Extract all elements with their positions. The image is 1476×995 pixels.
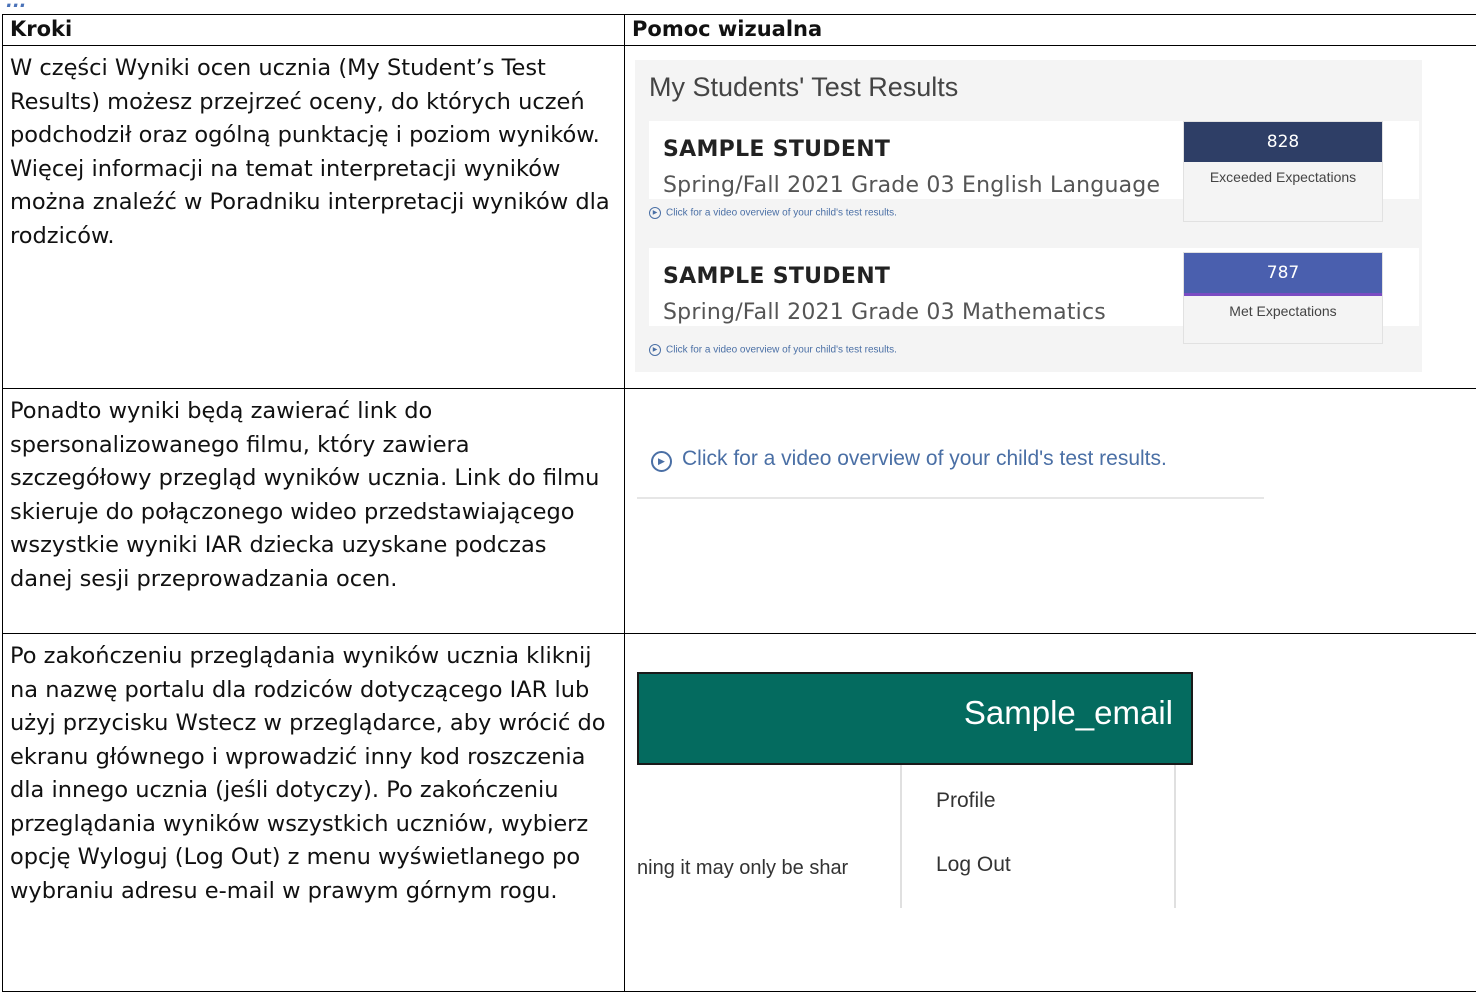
menu-item-log-out[interactable]: Log Out: [936, 853, 1011, 877]
table-header-row: Kroki Pomoc wizualna: [2, 14, 1476, 46]
play-circle-icon: ▶: [649, 344, 661, 356]
divider: [637, 497, 1264, 499]
play-circle-icon: ▶: [651, 451, 672, 472]
step-text: Po zakończeniu przeglądania wyników uczn…: [2, 633, 625, 992]
video-overview-link[interactable]: ▶ Click for a video overview of your chil…: [651, 447, 1167, 472]
video-link-label: Click for a video overview of your child…: [682, 447, 1167, 470]
account-email-menu[interactable]: Sample_email: [964, 694, 1173, 732]
score-box: 787 Met Expectations: [1183, 252, 1383, 344]
performance-level: Exceeded Expectations: [1209, 169, 1357, 185]
score-box: 828 Exceeded Expectations: [1183, 121, 1383, 222]
previous-page-fragment: ...: [0, 0, 1476, 14]
instructions-table: Kroki Pomoc wizualna W części Wyniki oce…: [2, 14, 1476, 992]
header-visual-aid: Pomoc wizualna: [624, 14, 1476, 46]
video-link-label: Click for a video overview of your child…: [666, 344, 897, 356]
results-title: My Students' Test Results: [649, 72, 959, 102]
step-text: Ponadto wyniki będą zawierać link do spe…: [2, 388, 625, 634]
test-results-screenshot: My Students' Test Results SAMPLE STUDENT…: [635, 60, 1422, 372]
visual-aid-cell: My Students' Test Results SAMPLE STUDENT…: [624, 45, 1476, 389]
table-row: Ponadto wyniki będą zawierać link do spe…: [2, 388, 1476, 634]
cut-off-heading: ...: [6, 0, 27, 12]
score-value: 787: [1184, 253, 1382, 296]
video-overview-link[interactable]: ▶ Click for a video overview of your chil…: [649, 344, 897, 356]
account-header-bar: Sample_email: [637, 672, 1193, 765]
test-name: Spring/Fall 2021 Grade 03 English Langua…: [663, 173, 1161, 198]
visual-aid-cell: Sample_email Profile Log Out ning it may…: [624, 633, 1476, 992]
play-circle-icon: ▶: [649, 207, 661, 219]
visual-aid-cell: ▶ Click for a video overview of your chil…: [624, 388, 1476, 634]
menu-item-profile[interactable]: Profile: [936, 789, 996, 813]
performance-level: Met Expectations: [1229, 303, 1337, 319]
step-text: W części Wyniki ocen ucznia (My Student’…: [2, 45, 625, 389]
video-overview-link[interactable]: ▶ Click for a video overview of your chil…: [649, 207, 897, 219]
student-name: SAMPLE STUDENT: [663, 264, 891, 289]
student-name: SAMPLE STUDENT: [663, 137, 891, 162]
test-name: Spring/Fall 2021 Grade 03 Mathematics: [663, 300, 1106, 325]
header-steps: Kroki: [2, 14, 625, 46]
background-text-fragment: ning it may only be shar: [637, 857, 849, 879]
table-row: Po zakończeniu przeglądania wyników uczn…: [2, 633, 1476, 992]
account-dropdown-menu: Profile Log Out: [900, 765, 1176, 908]
table-row: W części Wyniki ocen ucznia (My Student’…: [2, 45, 1476, 389]
video-link-label: Click for a video overview of your child…: [666, 207, 897, 219]
score-value: 828: [1184, 122, 1382, 162]
